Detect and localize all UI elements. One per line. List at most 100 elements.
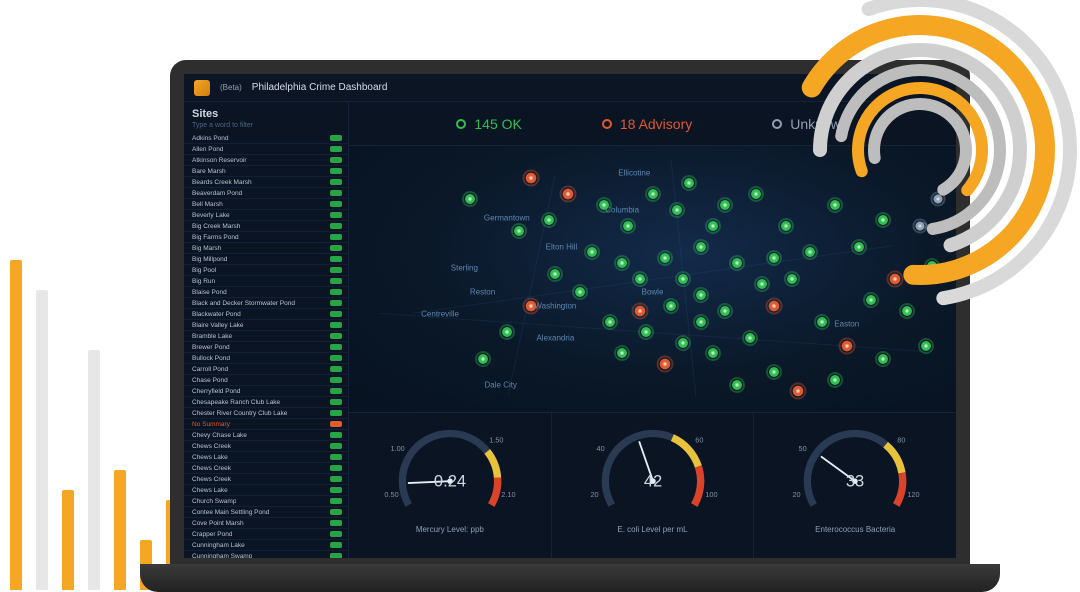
site-row[interactable]: Chase Pond <box>184 375 348 386</box>
site-row[interactable]: Blackwater Pond <box>184 309 348 320</box>
map-point-ok[interactable] <box>719 305 731 317</box>
site-row[interactable]: Carroll Pond <box>184 364 348 375</box>
map-point-ok[interactable] <box>574 286 586 298</box>
site-row[interactable]: Cove Point Marsh <box>184 518 348 529</box>
map-point-advisory[interactable] <box>634 304 647 317</box>
map-point-ok[interactable] <box>829 199 841 211</box>
site-row[interactable]: Bramble Lake <box>184 331 348 342</box>
site-row[interactable]: Allen Pond <box>184 144 348 155</box>
map-point-ok[interactable] <box>616 347 628 359</box>
map-point-ok[interactable] <box>671 204 683 216</box>
site-row[interactable]: Atkinson Reservoir <box>184 155 348 166</box>
map-point-ok[interactable] <box>731 379 743 391</box>
map-point-ok[interactable] <box>780 220 792 232</box>
map-point-advisory[interactable] <box>658 358 671 371</box>
site-row[interactable]: No Summary <box>184 419 348 430</box>
map-point-ok[interactable] <box>804 246 816 258</box>
site-row[interactable]: Brewer Pond <box>184 342 348 353</box>
site-row[interactable]: Chews Lake <box>184 485 348 496</box>
map-point-ok[interactable] <box>877 214 889 226</box>
map-point-ok[interactable] <box>598 199 610 211</box>
map-point-ok[interactable] <box>677 337 689 349</box>
map-point-ok[interactable] <box>683 177 695 189</box>
map-point-unknown[interactable] <box>914 220 925 231</box>
map-point-ok[interactable] <box>640 326 652 338</box>
status-unknown[interactable]: Unknown <box>772 116 848 132</box>
map-point-ok[interactable] <box>768 252 780 264</box>
map-point-ok[interactable] <box>543 214 555 226</box>
site-row[interactable]: Cherryfield Pond <box>184 386 348 397</box>
map-point-ok[interactable] <box>750 188 762 200</box>
site-row[interactable]: Beards Creek Marsh <box>184 177 348 188</box>
site-row[interactable]: Crapper Pond <box>184 529 348 540</box>
map-point-advisory[interactable] <box>767 299 780 312</box>
site-row[interactable]: Beverly Lake <box>184 210 348 221</box>
map-point-ok[interactable] <box>622 220 634 232</box>
site-row[interactable]: Bell Marsh <box>184 199 348 210</box>
site-row[interactable]: Cunningham Lake <box>184 540 348 551</box>
map-point-ok[interactable] <box>464 193 476 205</box>
map-point-ok[interactable] <box>901 305 913 317</box>
map-point-advisory[interactable] <box>525 299 538 312</box>
site-list[interactable]: Adkins PondAllen PondAtkinson ReservoirB… <box>184 133 348 558</box>
site-row[interactable]: Chews Lake <box>184 452 348 463</box>
map-point-ok[interactable] <box>513 225 525 237</box>
map-point-ok[interactable] <box>816 316 828 328</box>
site-row[interactable]: Contee Main Settling Pond <box>184 507 348 518</box>
site-row[interactable]: Big Marsh <box>184 243 348 254</box>
map-point-ok[interactable] <box>695 289 707 301</box>
site-row[interactable]: Chester River Country Club Lake <box>184 408 348 419</box>
map-point-ok[interactable] <box>719 199 731 211</box>
map-point-ok[interactable] <box>665 300 677 312</box>
map-point-ok[interactable] <box>677 273 689 285</box>
map-point-unknown[interactable] <box>932 194 943 205</box>
site-row[interactable]: Big Run <box>184 276 348 287</box>
map-view[interactable]: GermantownColumbiaEllicotineElton HillSt… <box>349 146 956 413</box>
map-point-advisory[interactable] <box>840 339 853 352</box>
map-point-ok[interactable] <box>926 260 938 272</box>
map-point-ok[interactable] <box>786 273 798 285</box>
site-row[interactable]: Church Swamp <box>184 496 348 507</box>
map-point-ok[interactable] <box>634 273 646 285</box>
map-point-ok[interactable] <box>877 353 889 365</box>
site-row[interactable]: Big Millpond <box>184 254 348 265</box>
map-point-ok[interactable] <box>768 366 780 378</box>
site-row[interactable]: Bullock Pond <box>184 353 348 364</box>
map-point-ok[interactable] <box>549 268 561 280</box>
map-point-advisory[interactable] <box>889 273 902 286</box>
map-point-ok[interactable] <box>586 246 598 258</box>
site-row[interactable]: Big Farms Pond <box>184 232 348 243</box>
map-point-advisory[interactable] <box>792 384 805 397</box>
map-point-advisory[interactable] <box>561 187 574 200</box>
site-row[interactable]: Bare Marsh <box>184 166 348 177</box>
map-point-ok[interactable] <box>744 332 756 344</box>
map-point-advisory[interactable] <box>525 171 538 184</box>
map-point-ok[interactable] <box>695 316 707 328</box>
map-point-ok[interactable] <box>731 257 743 269</box>
site-row[interactable]: Chevy Chase Lake <box>184 430 348 441</box>
map-point-ok[interactable] <box>695 241 707 253</box>
site-row[interactable]: Cunningham Swamp <box>184 551 348 558</box>
map-point-ok[interactable] <box>756 278 768 290</box>
map-point-ok[interactable] <box>853 241 865 253</box>
map-point-ok[interactable] <box>920 340 932 352</box>
map-point-ok[interactable] <box>616 257 628 269</box>
site-row[interactable]: Chews Creek <box>184 441 348 452</box>
site-row[interactable]: Big Pool <box>184 265 348 276</box>
map-point-ok[interactable] <box>707 220 719 232</box>
site-row[interactable]: Adkins Pond <box>184 133 348 144</box>
sidebar-filter-input[interactable]: Type a word to filter <box>184 122 348 133</box>
site-row[interactable]: Blaise Pond <box>184 287 348 298</box>
map-point-ok[interactable] <box>647 188 659 200</box>
map-point-ok[interactable] <box>477 353 489 365</box>
status-ok[interactable]: 145 OK <box>456 116 521 132</box>
site-row[interactable]: Blaire Valley Lake <box>184 320 348 331</box>
map-point-ok[interactable] <box>501 326 513 338</box>
site-row[interactable]: Chews Creek <box>184 463 348 474</box>
map-point-ok[interactable] <box>865 294 877 306</box>
status-advisory[interactable]: 18 Advisory <box>602 116 692 132</box>
site-row[interactable]: Chesapeake Ranch Club Lake <box>184 397 348 408</box>
map-point-ok[interactable] <box>659 252 671 264</box>
site-row[interactable]: Beaverdam Pond <box>184 188 348 199</box>
site-row[interactable]: Chews Creek <box>184 474 348 485</box>
